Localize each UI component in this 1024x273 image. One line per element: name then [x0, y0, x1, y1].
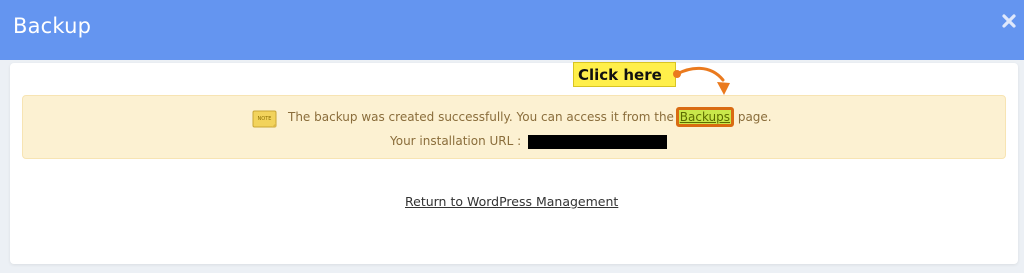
return-to-wordpress-management-link[interactable]: Return to WordPress Management [405, 194, 618, 209]
alert-message: The backup was created successfully. You… [288, 107, 772, 127]
installation-url-line: Your installation URL : [390, 134, 667, 149]
alert-message-suffix: page. [734, 110, 772, 124]
dialog-title: Backup [13, 14, 92, 38]
dialog-body: NOTE The backup was created successfully… [10, 63, 1018, 264]
backups-link[interactable]: Backups [675, 107, 735, 127]
note-icon: NOTE [252, 109, 278, 129]
redacted-url [527, 134, 667, 149]
callout-label: Click here [578, 66, 662, 84]
click-here-callout: Click here [573, 62, 676, 87]
callout-arrow-icon [673, 66, 730, 95]
close-icon[interactable] [1000, 12, 1018, 30]
success-alert: NOTE The backup was created successfully… [22, 95, 1006, 159]
installation-url-label: Your installation URL : [390, 134, 525, 148]
dialog-header: Backup [0, 0, 1024, 60]
alert-message-prefix: The backup was created successfully. You… [288, 110, 678, 124]
note-icon-label: NOTE [258, 116, 272, 122]
